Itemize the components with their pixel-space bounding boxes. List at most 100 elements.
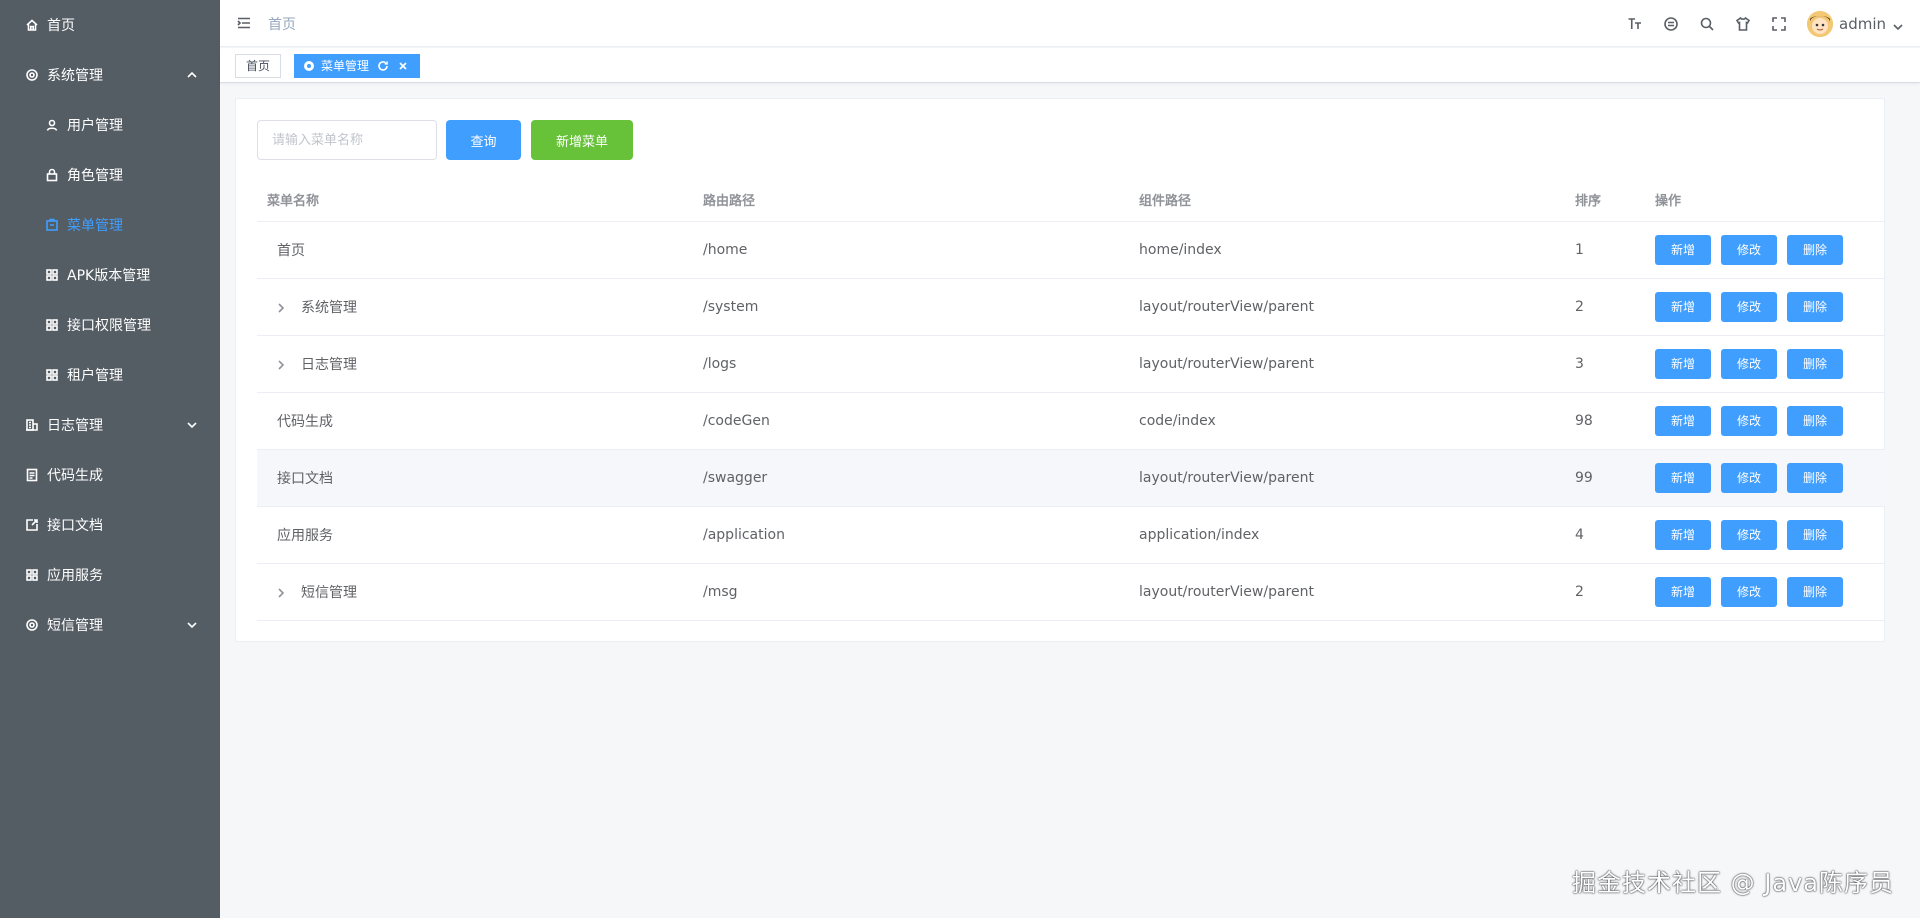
- row-delete-button[interactable]: 删除: [1787, 234, 1843, 265]
- table-row[interactable]: 应用服务/application application/index 4 新增 修改 删除: [257, 506, 1885, 564]
- sidebar-item-api-docs[interactable]: 接口文档: [0, 500, 220, 550]
- sidebar-item-apk-versions[interactable]: APK版本管理: [0, 250, 220, 300]
- font-size-icon[interactable]: [1627, 16, 1643, 32]
- sidebar-item-label: 首页: [47, 18, 75, 34]
- menu-name: 代码生成: [277, 413, 333, 430]
- grid-icon: [25, 568, 39, 582]
- route-path-cell: /msg: [693, 563, 1129, 621]
- row-edit-button[interactable]: 修改: [1721, 405, 1777, 436]
- menu-name-cell: 应用服务: [257, 506, 693, 564]
- row-edit-button[interactable]: 修改: [1721, 348, 1777, 379]
- row-add-button[interactable]: 新增: [1655, 462, 1711, 493]
- sidebar-item-label: 代码生成: [47, 468, 103, 484]
- sidebar-item-users[interactable]: 用户管理: [0, 100, 220, 150]
- route-path-cell: /home: [693, 221, 1129, 279]
- table-row[interactable]: 接口文档/swagger layout/routerView/parent 99 新增…: [257, 449, 1885, 507]
- language-icon[interactable]: [1663, 16, 1679, 32]
- column-header: 路由路径: [693, 179, 1129, 222]
- menu-box-icon: [45, 218, 59, 232]
- row-delete-button[interactable]: 删除: [1787, 291, 1843, 322]
- sidebar-item-tenants[interactable]: 租户管理: [0, 350, 220, 400]
- building-icon: [25, 418, 39, 432]
- row-add-button[interactable]: 新增: [1655, 234, 1711, 265]
- tags-view: 首页 菜单管理: [220, 48, 1920, 83]
- route-path-cell: /swagger: [693, 449, 1129, 507]
- menu-name: 首页: [277, 242, 305, 259]
- username[interactable]: admin: [1839, 15, 1886, 33]
- row-delete-button[interactable]: 删除: [1787, 405, 1843, 436]
- menu-name-cell: 短信管理: [257, 563, 693, 621]
- chevron-up-icon: [186, 69, 198, 81]
- component-path-cell: application/index: [1129, 506, 1565, 564]
- row-add-button[interactable]: 新增: [1655, 291, 1711, 322]
- route-path-cell: /logs: [693, 335, 1129, 393]
- sort-cell: 1: [1565, 221, 1645, 279]
- row-delete-button[interactable]: 删除: [1787, 462, 1843, 493]
- table-row[interactable]: 日志管理/logs layout/routerView/parent 3 新增 修改 删除: [257, 335, 1885, 393]
- tag-home[interactable]: 首页: [235, 54, 282, 78]
- row-add-button[interactable]: 新增: [1655, 348, 1711, 379]
- menu-name: 短信管理: [301, 584, 357, 601]
- lock-icon: [45, 168, 59, 182]
- sidebar-item-app-services[interactable]: 应用服务: [0, 550, 220, 600]
- table-body: 首页/home home/index 1 新增 修改 删除 系统管理/system layou…: [257, 221, 1885, 621]
- breadcrumb: 首页: [268, 17, 296, 33]
- query-button[interactable]: 查询: [446, 120, 521, 160]
- expand-chevron-icon[interactable]: [275, 587, 287, 599]
- row-edit-button[interactable]: 修改: [1721, 462, 1777, 493]
- actions-cell: 新增 修改 删除: [1645, 449, 1885, 507]
- row-delete-button[interactable]: 删除: [1787, 348, 1843, 379]
- row-delete-button[interactable]: 删除: [1787, 519, 1843, 550]
- row-edit-button[interactable]: 修改: [1721, 291, 1777, 322]
- table-row[interactable]: 代码生成/codeGen code/index 98 新增 修改 删除: [257, 392, 1885, 450]
- table-row[interactable]: 首页/home home/index 1 新增 修改 删除: [257, 221, 1885, 279]
- sidebar-item-label: APK版本管理: [67, 268, 151, 284]
- sidebar-item-label: 接口权限管理: [67, 318, 151, 334]
- column-header: 排序: [1565, 179, 1645, 222]
- sidebar-item-sms[interactable]: 短信管理: [0, 600, 220, 650]
- tag-label: 首页: [246, 59, 271, 73]
- sidebar-item-label: 租户管理: [67, 368, 123, 384]
- menu-table: 菜单名称 路由路径 组件路径 排序 操作 首页/home home/index 1 新…: [257, 179, 1885, 621]
- menu-name: 应用服务: [277, 527, 333, 544]
- close-icon[interactable]: [397, 60, 409, 72]
- sidebar-item-label: 菜单管理: [67, 218, 123, 234]
- chevron-down-icon[interactable]: [1892, 18, 1904, 31]
- avatar[interactable]: [1807, 11, 1833, 37]
- row-edit-button[interactable]: 修改: [1721, 234, 1777, 265]
- sidebar-item-roles[interactable]: 角色管理: [0, 150, 220, 200]
- row-edit-button[interactable]: 修改: [1721, 576, 1777, 607]
- chevron-down-icon: [186, 419, 198, 431]
- actions-cell: 新增 修改 删除: [1645, 506, 1885, 564]
- sidebar-item-menus[interactable]: 菜单管理: [0, 200, 220, 250]
- table-row[interactable]: 系统管理/system layout/routerView/parent 2 新增 修改…: [257, 278, 1885, 336]
- row-edit-button[interactable]: 修改: [1721, 519, 1777, 550]
- refresh-icon[interactable]: [377, 60, 389, 72]
- row-add-button[interactable]: 新增: [1655, 576, 1711, 607]
- actions-cell: 新增 修改 删除: [1645, 335, 1885, 393]
- add-menu-button[interactable]: 新增菜单: [531, 120, 633, 160]
- row-add-button[interactable]: 新增: [1655, 519, 1711, 550]
- sort-cell: 3: [1565, 335, 1645, 393]
- user-icon: [45, 118, 59, 132]
- expand-chevron-icon[interactable]: [275, 302, 287, 314]
- search-icon[interactable]: [1699, 16, 1715, 32]
- menu-name-cell: 日志管理: [257, 335, 693, 393]
- row-delete-button[interactable]: 删除: [1787, 576, 1843, 607]
- sidebar-item-label: 应用服务: [47, 568, 103, 584]
- hamburger-icon[interactable]: [236, 15, 252, 31]
- sidebar-item-api-permissions[interactable]: 接口权限管理: [0, 300, 220, 350]
- tag-menu-management[interactable]: 菜单管理: [294, 54, 421, 78]
- sidebar-item-home[interactable]: 首页: [0, 0, 220, 50]
- document-icon: [25, 468, 39, 482]
- row-add-button[interactable]: 新增: [1655, 405, 1711, 436]
- table-row[interactable]: 短信管理/msg layout/routerView/parent 2 新增 修改 删除: [257, 563, 1885, 621]
- expand-chevron-icon[interactable]: [275, 359, 287, 371]
- fullscreen-icon[interactable]: [1771, 16, 1787, 32]
- menu-name-search-input[interactable]: [257, 120, 437, 160]
- sidebar-item-logs[interactable]: 日志管理: [0, 400, 220, 450]
- sidebar-item-system[interactable]: 系统管理: [0, 50, 220, 100]
- gear-icon: [25, 618, 39, 632]
- theme-shirt-icon[interactable]: [1735, 16, 1751, 32]
- sidebar-item-codegen[interactable]: 代码生成: [0, 450, 220, 500]
